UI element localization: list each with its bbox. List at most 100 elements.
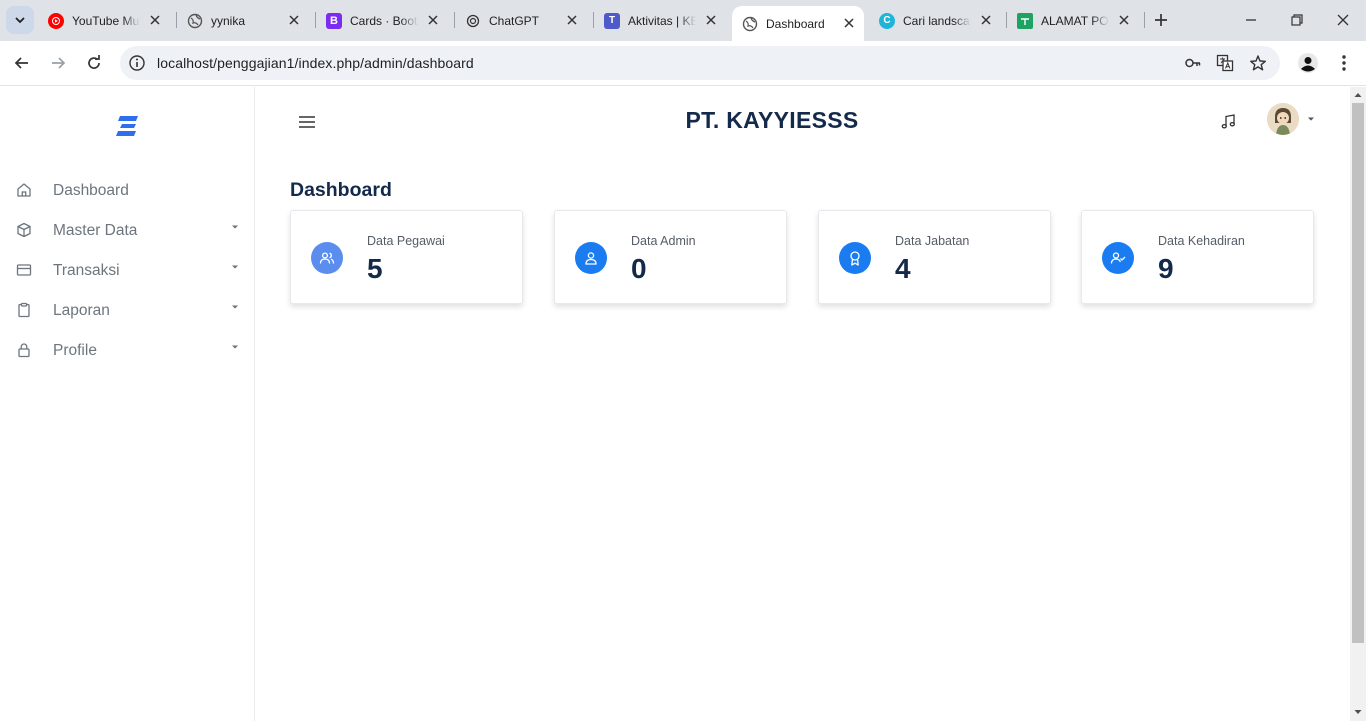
browser-tab[interactable]: C Cari landscape (869, 6, 1001, 35)
stat-card-admin[interactable]: Data Admin 0 (554, 210, 787, 304)
more-vertical-icon[interactable] (1334, 53, 1354, 73)
stat-card-pegawai[interactable]: Data Pegawai 5 (290, 210, 523, 304)
bookmark-star-icon[interactable] (1249, 54, 1267, 72)
lock-icon (18, 343, 30, 358)
omnibox[interactable]: localhost/penggajian1/index.php/admin/da… (120, 46, 1280, 80)
minimize-icon[interactable] (1241, 10, 1261, 30)
browser-tab-active[interactable]: Dashboard (732, 6, 864, 41)
reload-icon[interactable] (84, 53, 104, 73)
browser-tab[interactable]: ALAMAT POS (1007, 6, 1139, 35)
browser-profile-icon[interactable] (1297, 52, 1319, 74)
sidebar: Dashboard Master Data Transaksi Laporan … (0, 87, 255, 721)
tab-title: Dashboard (766, 16, 825, 31)
browser-tab[interactable]: YouTube Music (38, 6, 170, 35)
stat-card-jabatan[interactable]: Data Jabatan 4 (818, 210, 1051, 304)
browser-tab[interactable]: yynika (177, 6, 309, 35)
sidebar-item-profile[interactable]: Profile (0, 331, 255, 371)
browser-tab-bar: YouTube Music yynika B Cards · Bootstrap… (0, 0, 1366, 41)
restore-icon[interactable] (1287, 10, 1307, 30)
logo-icon[interactable] (114, 113, 142, 139)
sidebar-item-transaksi[interactable]: Transaksi (0, 251, 255, 291)
globe-icon (742, 16, 758, 32)
user-avatar[interactable] (1267, 103, 1299, 135)
card-value: 4 (895, 253, 911, 284)
canva-icon: C (879, 12, 895, 29)
youtube-music-icon (48, 12, 64, 29)
forward-arrow-icon[interactable] (48, 53, 68, 73)
close-icon[interactable] (287, 13, 301, 27)
card-icon (16, 264, 32, 276)
stat-card-kehadiran[interactable]: Data Kehadiran 9 (1081, 210, 1314, 304)
chevron-down-icon (15, 17, 25, 24)
close-icon[interactable] (426, 13, 440, 27)
address-toolbar: localhost/penggajian1/index.php/admin/da… (0, 41, 1366, 86)
globe-icon (187, 13, 203, 29)
chatgpt-icon (465, 13, 481, 29)
tab-separator (1144, 12, 1145, 28)
sidebar-item-label: Dashboard (53, 182, 129, 199)
teams-icon: T (604, 12, 620, 29)
scroll-up-arrow-icon[interactable] (1354, 92, 1362, 98)
translate-icon[interactable] (1216, 54, 1234, 72)
scroll-down-arrow-icon[interactable] (1354, 709, 1362, 715)
close-icon[interactable] (148, 13, 162, 27)
caret-down-icon[interactable] (1307, 116, 1315, 122)
close-icon[interactable] (842, 16, 856, 30)
scrollbar-thumb[interactable] (1352, 103, 1364, 643)
home-icon (17, 183, 31, 197)
avatar-image (1267, 103, 1299, 135)
back-arrow-icon[interactable] (12, 53, 32, 73)
sheets-icon (1017, 12, 1033, 29)
tab-title: YouTube Music (72, 13, 140, 28)
card-label: Data Jabatan (895, 234, 970, 248)
close-icon[interactable] (979, 13, 993, 27)
caret-down-icon (232, 305, 238, 309)
tab-title: Cari landscape (903, 13, 971, 28)
sidebar-item-label: Transaksi (53, 262, 120, 279)
browser-tab[interactable]: T Aktivitas | KB (594, 6, 726, 35)
site-info-icon[interactable] (128, 54, 146, 72)
page-content: Dashboard Master Data Transaksi Laporan … (0, 87, 1366, 721)
sidebar-item-label: Profile (53, 342, 97, 359)
user-icon (575, 242, 607, 274)
card-label: Data Pegawai (367, 234, 445, 248)
browser-tab[interactable]: B Cards · Bootstrap (316, 6, 448, 35)
clipboard-icon (18, 302, 30, 318)
card-value: 9 (1158, 253, 1174, 284)
caret-down-icon (232, 265, 238, 269)
browser-tab[interactable]: ChatGPT (455, 6, 587, 35)
close-icon[interactable] (1117, 13, 1131, 27)
tab-title: ALAMAT POS (1041, 13, 1109, 28)
sidebar-item-label: Master Data (53, 222, 138, 239)
card-value: 0 (631, 253, 647, 284)
tab-title: yynika (211, 13, 246, 28)
close-icon[interactable] (704, 13, 718, 27)
caret-down-icon (232, 225, 238, 229)
password-key-icon[interactable] (1184, 54, 1202, 72)
music-note-icon[interactable] (1220, 113, 1237, 130)
sidebar-item-label: Laporan (53, 302, 110, 319)
vertical-scrollbar[interactable] (1350, 87, 1366, 721)
window-close-icon[interactable] (1333, 10, 1353, 30)
url-text[interactable]: localhost/penggajian1/index.php/admin/da… (157, 55, 474, 71)
company-brand: PT. KAYYIESSS (685, 107, 859, 133)
tab-title: Cards · Bootstrap (350, 13, 418, 28)
card-label: Data Kehadiran (1158, 234, 1245, 248)
caret-down-icon (232, 345, 238, 349)
tab-search-button[interactable] (6, 6, 34, 34)
tab-title: Aktivitas | KB (628, 13, 696, 28)
sidebar-item-master-data[interactable]: Master Data (0, 211, 255, 251)
sidebar-item-laporan[interactable]: Laporan (0, 291, 255, 331)
sidebar-item-dashboard[interactable]: Dashboard (0, 171, 255, 211)
close-icon[interactable] (565, 13, 579, 27)
box-icon (17, 222, 31, 238)
card-value: 5 (367, 253, 383, 284)
new-tab-icon[interactable] (1151, 10, 1171, 30)
award-icon (839, 242, 871, 274)
top-navbar: PT. KAYYIESSS (256, 87, 1350, 159)
tab-title: ChatGPT (489, 13, 540, 28)
user-check-icon (1102, 242, 1134, 274)
bootstrap-icon: B (326, 12, 342, 29)
users-icon (311, 242, 343, 274)
card-label: Data Admin (631, 234, 696, 248)
